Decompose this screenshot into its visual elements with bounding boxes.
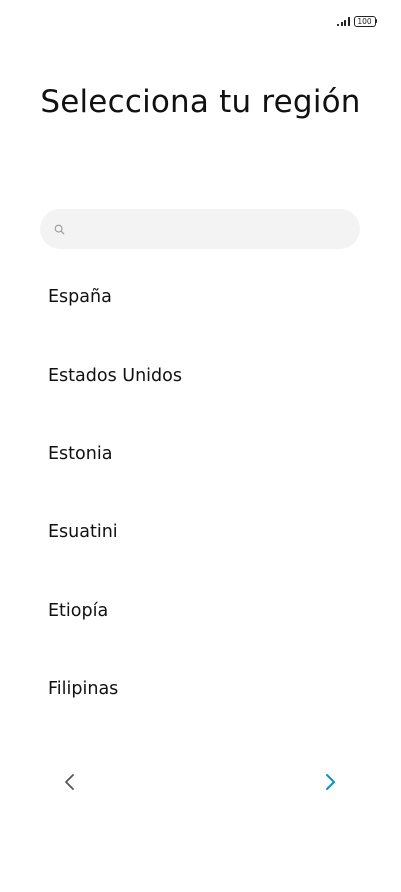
region-item-etiopia[interactable]: Etiopía	[0, 572, 401, 650]
search-box[interactable]	[40, 208, 360, 250]
region-list: España Estados Unidos Estonia Esuatini E…	[0, 258, 401, 728]
back-button[interactable]	[52, 764, 88, 800]
region-item-esuatini[interactable]: Esuatini	[0, 493, 401, 571]
battery-icon: 100	[353, 15, 377, 27]
search-input[interactable]	[65, 208, 360, 250]
region-item-espana[interactable]: España	[0, 258, 401, 336]
chevron-right-icon	[326, 774, 335, 790]
status-bar: 100	[337, 14, 377, 28]
chevron-left-icon	[65, 774, 74, 790]
region-item-estonia[interactable]: Estonia	[0, 415, 401, 493]
next-button[interactable]	[312, 764, 348, 800]
search-icon	[53, 223, 65, 235]
region-item-estados-unidos[interactable]: Estados Unidos	[0, 336, 401, 414]
page-title: Selecciona tu región	[40, 84, 361, 120]
signal-icon	[337, 16, 350, 26]
region-item-filipinas[interactable]: Filipinas	[0, 650, 401, 728]
battery-level: 100	[353, 15, 376, 27]
